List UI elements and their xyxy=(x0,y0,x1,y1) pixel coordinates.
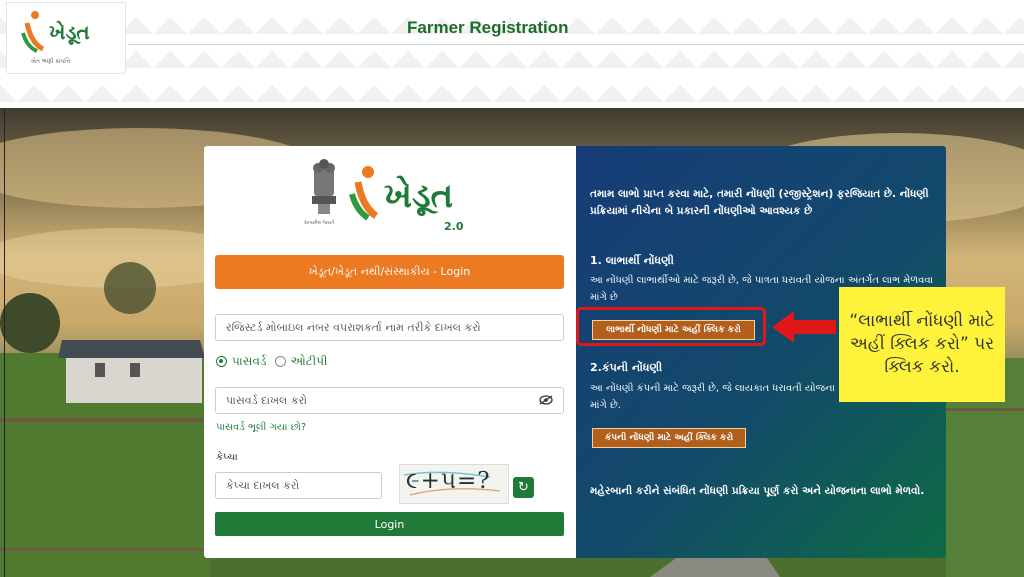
login-button[interactable]: Login xyxy=(215,512,564,536)
login-method-radio-group: પાસવર્ડ ઓટીપી xyxy=(216,354,327,369)
captcha-text: ૯+૫=? xyxy=(406,468,491,494)
page-title: Farmer Registration xyxy=(407,18,569,37)
highlight-box xyxy=(576,307,766,346)
info-intro: તમામ લાભો પ્રાપ્ત કરવા માટે, તમારી નોંધણ… xyxy=(590,188,929,217)
company-registration-button[interactable]: કંપની નોંધણી માટે અહીં ક્લિક કરો xyxy=(592,428,746,448)
login-card: સત્યમેવ જયતે ખેડૂત 2.0 ખેડૂત/ખેડૂત નથી/સ… xyxy=(204,146,576,558)
card-logo: સત્યમેવ જયતે ખેડૂત 2.0 xyxy=(304,158,474,238)
logo-text: ખેડૂત xyxy=(49,20,90,44)
captcha-label: કેપ્ચા xyxy=(216,452,238,463)
mobile-number-input[interactable]: રજિસ્ટર્ડ મોબાઇલ નંબર વપરાશકર્તા નામ તરી… xyxy=(215,314,564,341)
captcha-input[interactable]: કેપ્ચા દાખલ કરો xyxy=(215,472,382,499)
info-footer: મહેરબાની કરીને સંબંધિત નોંધણી પ્રક્રિયા … xyxy=(590,485,925,497)
left-border xyxy=(4,108,5,577)
logo-tagline: ખેત ભણી સંપત્તિ xyxy=(31,58,71,65)
emblem-caption: સત્યમેવ જયતે xyxy=(304,220,335,226)
site-header: ખેડૂત ખેત ભણી સંપત્તિ Farmer Registratio… xyxy=(0,0,1024,108)
password-radio[interactable] xyxy=(216,356,227,367)
card-logo-text: ખેડૂત xyxy=(384,176,454,216)
logo-version: 2.0 xyxy=(444,220,464,233)
header-divider xyxy=(128,44,1024,45)
otp-radio[interactable] xyxy=(274,356,286,367)
show-password-icon[interactable] xyxy=(539,394,553,408)
otp-radio-label: ઓટીપી xyxy=(290,354,328,368)
password-radio-label: પાસવર્ડ xyxy=(232,354,267,368)
instruction-callout: “લાભાર્થી નોંધણી માટે અહીં ક્લિક કરો” પર… xyxy=(839,287,1005,402)
red-arrow-icon xyxy=(772,311,836,343)
national-emblem-icon xyxy=(312,159,336,214)
company-registration-desc: આ નોંધણી કંપની માટે જરૂરી છે, જે લાયકાત … xyxy=(590,383,835,411)
org-login-button[interactable]: ખેડૂત/ખેડૂત નથી/સંસ્થાકીય - Login xyxy=(215,255,564,289)
company-registration-title: 2.કંપની નોંધણી xyxy=(590,361,663,374)
captcha-image: ૯+૫=? xyxy=(399,464,509,504)
beneficiary-registration-title: 1. લાભાર્થી નોંધણી xyxy=(590,254,674,267)
password-placeholder: પાસવર્ડ દાખલ કરો xyxy=(226,393,308,407)
refresh-captcha-icon[interactable]: ↻ xyxy=(513,477,534,498)
khedut-logo[interactable]: ખેડૂત ખેત ભણી સંપત્તિ xyxy=(6,2,126,74)
forgot-password-link[interactable]: પાસવર્ડ ભૂલી ગયા છો? xyxy=(216,422,306,433)
khedut-sprout-icon xyxy=(349,166,379,221)
password-input[interactable]: પાસવર્ડ દાખલ કરો xyxy=(215,387,564,414)
